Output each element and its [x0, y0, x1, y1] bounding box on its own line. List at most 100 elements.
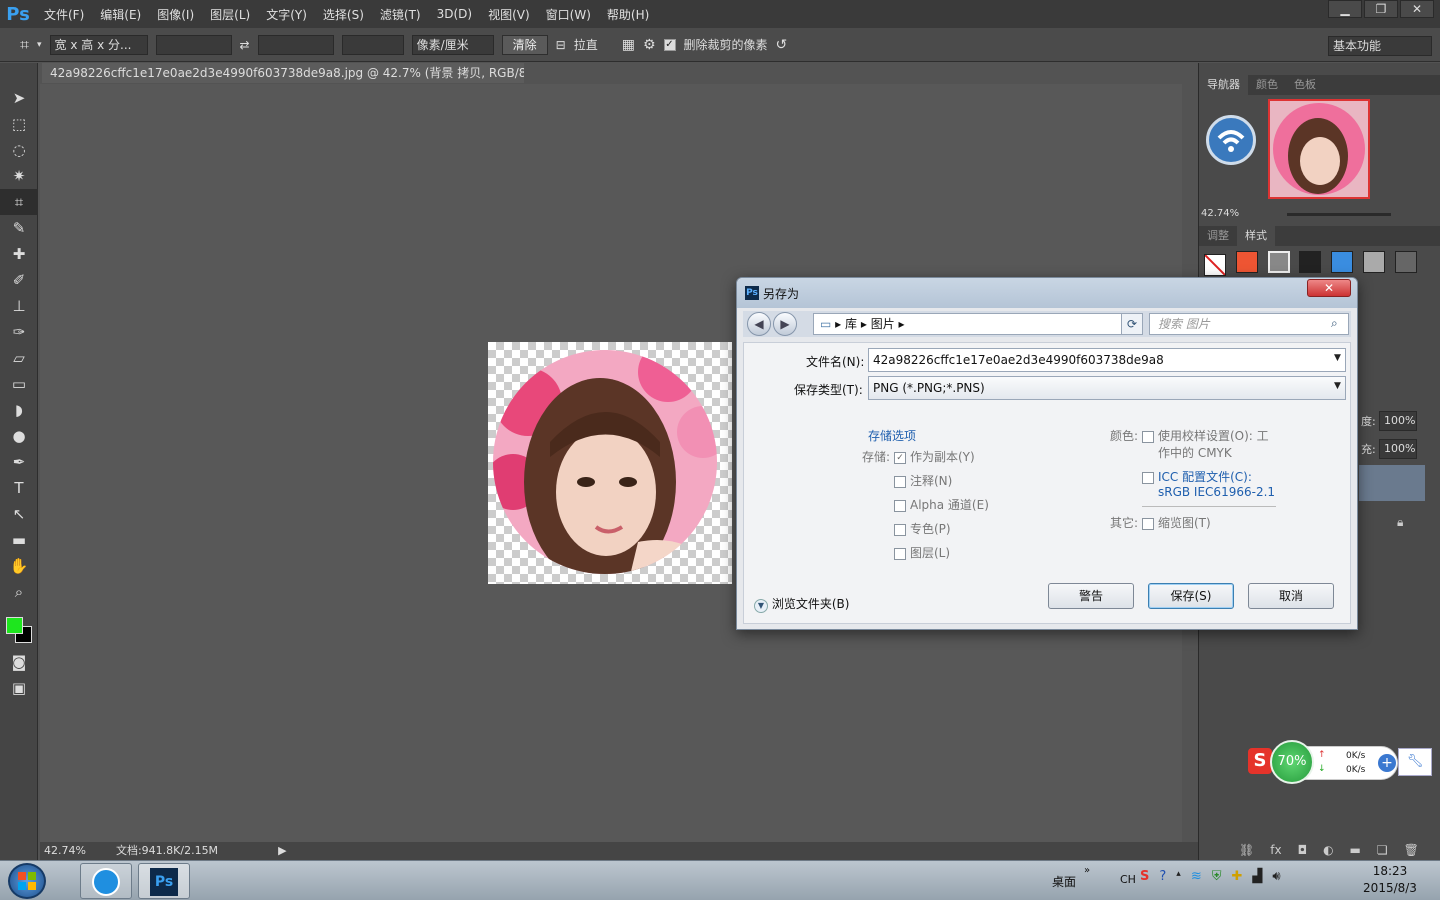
straighten-label[interactable]: 拉直	[574, 36, 598, 53]
zoom-tool-icon[interactable]: ⌕	[0, 579, 38, 605]
tab-styles[interactable]: 样式	[1237, 226, 1275, 246]
dodge-tool-icon[interactable]: ●	[0, 423, 38, 449]
navigator-zoom[interactable]: 42.74%	[1201, 208, 1239, 219]
menu-view[interactable]: 视图(V)	[480, 6, 538, 23]
taskbar-browser-app[interactable]	[80, 863, 132, 899]
security-tray-icon[interactable]: ✚	[1231, 869, 1242, 884]
breadcrumb-library[interactable]: 库	[845, 317, 857, 331]
foreground-color[interactable]	[6, 617, 23, 634]
selected-layer-row[interactable]	[1359, 465, 1425, 501]
group-folder-icon[interactable]: ▬	[1350, 843, 1361, 857]
use-proof-option[interactable]: 使用校样设置(O): 工	[1142, 427, 1269, 444]
toolbar-expand-icon[interactable]: »	[1084, 865, 1090, 876]
system-clock[interactable]: 18:23 2015/8/3	[1350, 863, 1430, 897]
blur-tool-icon[interactable]: ◗	[0, 397, 38, 423]
style-red[interactable]	[1235, 251, 1258, 273]
minimize-button[interactable]: ▁	[1328, 0, 1362, 18]
straighten-icon[interactable]: ⊟	[556, 38, 566, 52]
menu-select[interactable]: 选择(S)	[315, 6, 372, 23]
ratio-select[interactable]: 宽 x 高 x 分...	[49, 34, 148, 55]
start-button[interactable]	[8, 863, 46, 899]
marquee-tool-icon[interactable]: ⬚	[0, 111, 38, 137]
layers-option[interactable]: 图层(L)	[894, 544, 950, 561]
forward-arrow-icon[interactable]: ▶	[773, 312, 797, 336]
navigator-zoom-slider[interactable]	[1287, 213, 1391, 216]
filetype-select[interactable]: PNG (*.PNG;*.PNS)	[868, 376, 1346, 400]
path-breadcrumb[interactable]: ▭ ▸ 库 ▸ 图片 ▸ ▼	[813, 313, 1139, 335]
style-outline[interactable]	[1267, 251, 1290, 273]
taskbar-photoshop-app[interactable]: Ps	[138, 863, 190, 899]
as-copy-option[interactable]: ✓ 作为副本(Y)	[894, 448, 975, 465]
swap-icon[interactable]: ⇄	[240, 38, 250, 52]
menu-filter[interactable]: 滤镜(T)	[372, 6, 429, 23]
style-blue[interactable]	[1331, 251, 1354, 273]
hand-tool-icon[interactable]: ✋	[0, 553, 38, 579]
sogou-tray-icon[interactable]: S	[1140, 869, 1149, 884]
type-tool-icon[interactable]: T	[0, 475, 38, 501]
search-input[interactable]: 搜索 图片	[1149, 313, 1349, 335]
height-field[interactable]	[257, 34, 334, 55]
workspace-select[interactable]: 基本功能	[1328, 36, 1432, 56]
tab-adjustments[interactable]: 调整	[1199, 226, 1237, 246]
menu-layer[interactable]: 图层(L)	[202, 6, 258, 23]
unit-select[interactable]: 像素/厘米	[411, 34, 494, 55]
crop-tool-selected-icon[interactable]: ⌗	[0, 189, 38, 215]
dialog-close-button[interactable]: ✕	[1307, 279, 1351, 297]
network-tray-icon[interactable]: ▟	[1252, 869, 1262, 884]
dialog-titlebar[interactable]: Ps 另存为 ✕	[737, 278, 1357, 308]
menu-edit[interactable]: 编辑(E)	[92, 6, 149, 23]
refresh-icon[interactable]: ⟳	[1121, 313, 1143, 335]
navigator-thumbnail[interactable]	[1268, 99, 1370, 199]
adjustment-layer-icon[interactable]: ◐	[1323, 843, 1333, 857]
spot-option[interactable]: 专色(P)	[894, 520, 951, 537]
style-gray[interactable]	[1363, 251, 1386, 273]
document-tab[interactable]: 42a98226cffc1e17e0ae2d3e4990f603738de9a8…	[42, 63, 524, 83]
menu-help[interactable]: 帮助(H)	[599, 6, 657, 23]
thumbnail-option[interactable]: 缩览图(T)	[1142, 514, 1211, 531]
document-image[interactable]	[488, 342, 732, 584]
crop-tool-icon[interactable]: ⌗	[20, 35, 29, 55]
menu-window[interactable]: 窗口(W)	[538, 6, 599, 23]
back-arrow-icon[interactable]: ◀	[747, 312, 771, 336]
opacity-field[interactable]: 100%	[1379, 411, 1417, 431]
overlay-grid-icon[interactable]: ▦	[622, 37, 635, 53]
status-menu-arrow-icon[interactable]: ▶	[278, 842, 286, 860]
delete-layer-icon[interactable]: 🗑︎	[1404, 843, 1419, 857]
tab-swatches[interactable]: 色板	[1286, 75, 1324, 95]
fx-icon[interactable]: fx	[1270, 843, 1281, 857]
width-field[interactable]	[155, 34, 232, 55]
style-charcoal[interactable]	[1394, 251, 1417, 273]
network-speed-widget[interactable]: S 70% ↑ ↓ 0K/s 0K/s + 🔧︎	[1248, 740, 1434, 784]
annotations-option[interactable]: 注释(N)	[894, 472, 952, 489]
filename-dropdown-icon[interactable]: ▼	[1334, 353, 1341, 363]
tools-wrench-icon[interactable]: 🔧︎	[1398, 748, 1432, 776]
gradient-tool-icon[interactable]: ▭	[0, 371, 38, 397]
pen-tool-icon[interactable]: ✒	[0, 449, 38, 475]
magic-wand-tool-icon[interactable]: ✷	[0, 163, 38, 189]
lasso-tool-icon[interactable]: ◌	[0, 137, 38, 163]
eraser-tool-icon[interactable]: ▱	[0, 345, 38, 371]
search-icon[interactable]: ⌕	[1331, 316, 1338, 331]
menu-3d[interactable]: 3D(D)	[429, 7, 480, 21]
settings-gear-icon[interactable]: ⚙	[643, 37, 656, 53]
wifi-icon[interactable]	[1206, 115, 1256, 165]
filename-input[interactable]: 42a98226cffc1e17e0ae2d3e4990f603738de9a8	[868, 348, 1346, 372]
filetype-dropdown-icon[interactable]: ▼	[1334, 381, 1341, 391]
add-icon[interactable]: +	[1378, 754, 1396, 772]
style-none[interactable]	[1204, 254, 1226, 276]
link-layers-icon[interactable]: ⛓	[1239, 843, 1254, 857]
clone-stamp-tool-icon[interactable]: ⊥	[0, 293, 38, 319]
tab-color[interactable]: 颜色	[1248, 75, 1286, 95]
volume-tray-icon[interactable]: 🔊︎	[1272, 869, 1280, 884]
restore-button[interactable]: ❐	[1364, 0, 1398, 18]
browse-folders-toggle[interactable]: ▼ 浏览文件夹(B)	[754, 595, 849, 613]
mask-icon[interactable]: ◘	[1298, 843, 1308, 857]
wifi-tray-icon[interactable]: ≋	[1191, 869, 1202, 884]
desktop-toolbar[interactable]: 桌面	[1052, 873, 1076, 890]
menu-image[interactable]: 图像(I)	[149, 6, 202, 23]
menu-file[interactable]: 文件(F)	[36, 6, 92, 23]
icc-option[interactable]: ICC 配置文件(C):	[1142, 468, 1252, 485]
menu-type[interactable]: 文字(Y)	[258, 6, 315, 23]
style-dark[interactable]	[1299, 251, 1322, 273]
resolution-field[interactable]	[341, 34, 404, 55]
